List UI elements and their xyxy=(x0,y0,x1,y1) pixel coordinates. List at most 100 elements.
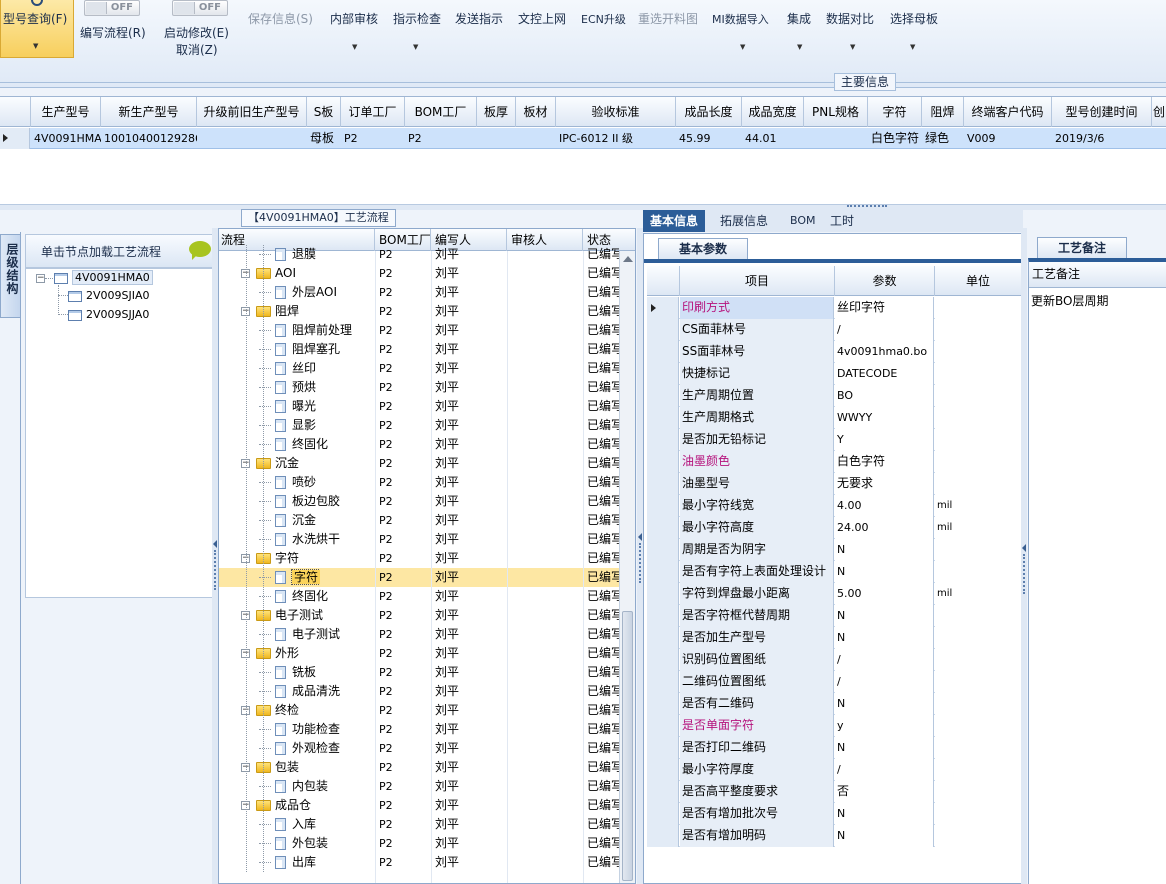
flow-row[interactable]: 外观检查 P2 刘平 已编写 xyxy=(219,739,619,758)
cell-status[interactable]: 已编写 xyxy=(587,302,619,321)
param-row[interactable]: 生产周期位置 BO xyxy=(647,385,1021,407)
model-query-button[interactable]: 型号查询(F) ▼ xyxy=(0,0,74,58)
collapse-left-icon[interactable] xyxy=(1022,544,1026,552)
flow-step-cell[interactable]: 丝印 xyxy=(259,359,316,378)
ecn-upgrade-button[interactable]: ECN升级 xyxy=(581,11,626,27)
col-header[interactable]: BOM工厂 xyxy=(405,97,477,127)
tree-node-child[interactable]: 2V009SJIA0 xyxy=(68,289,150,303)
flow-row[interactable]: 阻焊前处理 P2 刘平 已编写 xyxy=(219,321,619,340)
flow-row[interactable]: 内包装 P2 刘平 已编写 xyxy=(219,777,619,796)
param-row[interactable]: 是否单面字符 y xyxy=(647,715,1021,737)
cell-status[interactable]: 已编写 xyxy=(587,701,619,720)
flow-step-cell[interactable]: − 成品仓 xyxy=(241,796,311,815)
flow-step-cell[interactable]: 外包装 xyxy=(259,834,328,853)
flow-row[interactable]: − 外形 P2 刘平 已编写 xyxy=(219,644,619,663)
flow-row[interactable]: 电子测试 P2 刘平 已编写 xyxy=(219,625,619,644)
flow-row[interactable]: 沉金 P2 刘平 已编写 xyxy=(219,511,619,530)
cell-author[interactable]: 刘平 xyxy=(435,758,459,777)
cell-bom-factory[interactable]: P2 xyxy=(379,378,393,397)
cell-status[interactable]: 已编写 xyxy=(587,359,619,378)
param-row[interactable]: 印刷方式 丝印字符 xyxy=(647,297,1021,319)
param-value[interactable]: N xyxy=(835,561,934,583)
col-header[interactable]: 成品长度 xyxy=(676,97,742,127)
param-value[interactable]: / xyxy=(835,759,934,781)
save-info-button[interactable]: 保存信息(S) xyxy=(248,10,313,27)
cell-bom-factory[interactable]: P2 xyxy=(379,625,393,644)
cell-status[interactable]: 已编写 xyxy=(587,720,619,739)
cell-author[interactable]: 刘平 xyxy=(435,340,459,359)
start-modify-toggle[interactable]: OFF xyxy=(172,0,228,16)
col-header[interactable]: 创 xyxy=(1152,97,1166,127)
flow-step-cell[interactable]: 曝光 xyxy=(259,397,316,416)
param-row[interactable]: 是否字符框代替周期 N xyxy=(647,605,1021,627)
edit-flow-button[interactable]: 编写流程(R) xyxy=(80,24,146,41)
flow-row[interactable]: − 电子测试 P2 刘平 已编写 xyxy=(219,606,619,625)
cell-solder[interactable]: 绿色 xyxy=(922,128,964,149)
param-row[interactable]: 是否打印二维码 N xyxy=(647,737,1021,759)
param-row[interactable]: 油墨颜色 白色字符 xyxy=(647,451,1021,473)
start-modify-button[interactable]: 启动修改(E) xyxy=(164,24,229,41)
param-value[interactable]: N xyxy=(835,605,934,627)
param-value[interactable]: y xyxy=(835,715,934,737)
cell-old-model[interactable] xyxy=(197,128,307,149)
mi-import-button[interactable]: MI数据导入 xyxy=(712,11,769,27)
cell-bom-factory[interactable]: P2 xyxy=(379,264,393,283)
cell-bom-factory[interactable]: P2 xyxy=(379,739,393,758)
cell-bom-factory[interactable]: P2 xyxy=(379,834,393,853)
cell-customer[interactable]: V009 xyxy=(964,128,1052,149)
cell-bom-factory[interactable]: P2 xyxy=(379,758,393,777)
cell-bom-factory[interactable]: P2 xyxy=(379,511,393,530)
col-header[interactable]: 验收标准 xyxy=(556,97,676,127)
cell-status[interactable]: 已编写 xyxy=(587,454,619,473)
cell-bom-factory[interactable]: P2 xyxy=(379,283,393,302)
cell-bom-factory[interactable]: P2 xyxy=(379,321,393,340)
flow-step-cell[interactable]: 成品清洗 xyxy=(259,682,340,701)
cell-status[interactable]: 已编写 xyxy=(587,511,619,530)
flow-row[interactable]: 显影 P2 刘平 已编写 xyxy=(219,416,619,435)
flow-step-cell[interactable]: 出库 xyxy=(259,853,316,872)
col-header[interactable]: PNL规格 xyxy=(804,97,868,127)
vertical-splitter[interactable] xyxy=(1021,228,1027,884)
cell-author[interactable]: 刘平 xyxy=(435,815,459,834)
flow-step-cell[interactable]: − 终检 xyxy=(241,701,299,720)
flow-step-cell[interactable]: 水洗烘干 xyxy=(259,530,340,549)
col-header[interactable]: 项目 xyxy=(680,266,835,296)
cell-bom-factory[interactable]: P2 xyxy=(379,720,393,739)
flow-step-cell[interactable]: − 外形 xyxy=(241,644,299,663)
cell-order-factory[interactable]: P2 xyxy=(341,128,405,149)
param-row[interactable]: 识别码位置图纸 / xyxy=(647,649,1021,671)
cell-bom-factory[interactable]: P2 xyxy=(379,454,393,473)
cell-author[interactable]: 刘平 xyxy=(435,530,459,549)
flow-row[interactable]: − 终检 P2 刘平 已编写 xyxy=(219,701,619,720)
flow-row[interactable]: 丝印 P2 刘平 已编写 xyxy=(219,359,619,378)
flow-row[interactable]: 终固化 P2 刘平 已编写 xyxy=(219,435,619,454)
cell-bom-factory[interactable]: P2 xyxy=(379,492,393,511)
flow-row[interactable]: 铣板 P2 刘平 已编写 xyxy=(219,663,619,682)
flow-row[interactable]: 板边包胶 P2 刘平 已编写 xyxy=(219,492,619,511)
cell-status[interactable]: 已编写 xyxy=(587,777,619,796)
cell-status[interactable]: 已编写 xyxy=(587,739,619,758)
cell-author[interactable]: 刘平 xyxy=(435,777,459,796)
param-row[interactable]: 最小字符线宽 4.00 mil xyxy=(647,495,1021,517)
doc-control-online-button[interactable]: 文控上网 xyxy=(518,10,566,27)
cell-author[interactable]: 刘平 xyxy=(435,435,459,454)
flow-step-cell[interactable]: 显影 xyxy=(259,416,316,435)
cell-length[interactable]: 45.99 xyxy=(676,128,742,149)
cell-status[interactable]: 已编写 xyxy=(587,682,619,701)
cell-bom-factory[interactable]: P2 xyxy=(379,777,393,796)
cell-status[interactable]: 已编写 xyxy=(587,397,619,416)
flow-row[interactable]: 预烘 P2 刘平 已编写 xyxy=(219,378,619,397)
cell-author[interactable]: 刘平 xyxy=(435,720,459,739)
param-value[interactable]: 丝印字符 xyxy=(835,297,934,319)
cell-bom-factory[interactable]: P2 xyxy=(379,663,393,682)
cell-bom-factory[interactable]: P2 xyxy=(379,644,393,663)
param-row[interactable]: 是否有增加明码 N xyxy=(647,825,1021,847)
flow-step-cell[interactable]: 内包装 xyxy=(259,777,328,796)
flow-step-cell[interactable]: 功能检查 xyxy=(259,720,340,739)
cell-author[interactable]: 刘平 xyxy=(435,378,459,397)
cell-author[interactable]: 刘平 xyxy=(435,511,459,530)
tab-hierarchy[interactable]: 层级结构 xyxy=(0,234,20,318)
cell-thickness[interactable] xyxy=(477,128,516,149)
col-header[interactable]: 字符 xyxy=(868,97,922,127)
flow-row[interactable]: − 字符 P2 刘平 已编写 xyxy=(219,549,619,568)
